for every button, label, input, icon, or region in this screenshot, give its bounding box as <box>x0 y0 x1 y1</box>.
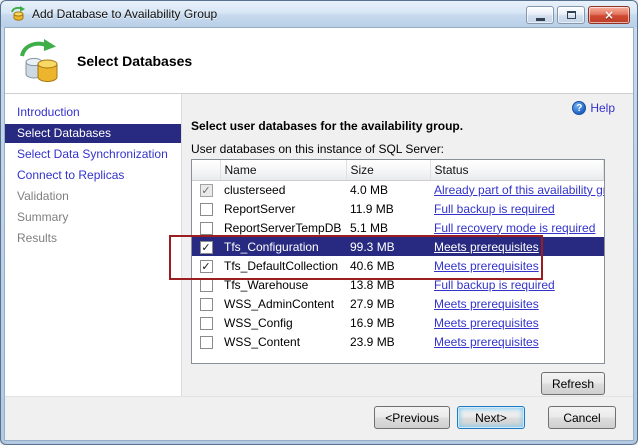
database-checkbox[interactable] <box>199 335 213 349</box>
table-row[interactable]: ✓ Tfs_DefaultCollection 40.6 MB Meets prere… <box>192 256 604 275</box>
minimize-button[interactable] <box>526 6 554 24</box>
sidebar-item-validation: Validation <box>17 189 69 203</box>
close-icon: × <box>603 8 615 22</box>
database-name: ReportServer <box>224 201 296 216</box>
previous-button[interactable]: <Previous <box>374 406 450 429</box>
table-row[interactable]: WSS_AdminContent 27.9 MB Meets prerequisit… <box>192 294 604 313</box>
caption-buttons: × <box>526 6 630 24</box>
sidebar-item-introduction[interactable]: Introduction <box>5 103 181 122</box>
database-name: Tfs_Warehouse <box>224 277 309 292</box>
database-size: 23.9 MB <box>350 334 395 349</box>
window-body: Select Databases Introduction Select Data… <box>4 27 634 441</box>
titlebar: Add Database to Availability Group × <box>1 1 637 27</box>
refresh-button[interactable]: Refresh <box>540 372 605 395</box>
database-checkbox[interactable]: ✓ <box>199 240 213 254</box>
database-name: WSS_AdminContent <box>224 296 335 311</box>
next-button[interactable]: Next> <box>457 406 525 429</box>
add-database-icon <box>18 38 64 84</box>
sidebar-item-results: Results <box>17 231 58 245</box>
database-name: Tfs_Configuration <box>224 239 319 254</box>
page-title: Select Databases <box>77 52 193 69</box>
table-row[interactable]: WSS_Config 16.9 MB Meets prerequisites <box>192 313 604 332</box>
database-size: 40.6 MB <box>350 258 395 273</box>
database-name: WSS_Config <box>224 315 293 330</box>
database-status-link[interactable]: Meets prerequisites <box>434 335 539 349</box>
minimize-icon <box>535 17 545 21</box>
footer-bar: <Previous Next> Cancel <box>5 396 633 440</box>
help-link[interactable]: Help <box>590 101 615 115</box>
maximize-icon <box>566 11 576 19</box>
database-name: clusterseed <box>224 182 286 197</box>
sidebar-item-summary: Summary <box>17 210 69 224</box>
database-status-link[interactable]: Meets prerequisites <box>434 259 539 273</box>
column-header-name[interactable]: Name <box>220 160 347 181</box>
window-database-icon <box>10 6 26 22</box>
database-checkbox[interactable]: ✓ <box>199 259 213 273</box>
wizard-header: Select Databases <box>5 28 633 94</box>
db-table-body: ✓ clusterseed 4.0 MB Already part of this a… <box>192 180 604 351</box>
table-row[interactable]: ReportServerTempDB 5.1 MB Full recovery mo… <box>192 218 604 237</box>
database-checkbox[interactable] <box>199 297 213 311</box>
database-size: 5.1 MB <box>350 220 389 235</box>
database-size: 16.9 MB <box>350 315 395 330</box>
database-checkbox[interactable] <box>199 278 213 292</box>
main-panel: ? Help Select user databases for the ava… <box>181 94 633 396</box>
database-name: ReportServerTempDB <box>224 220 342 235</box>
instruction-heading: Select user databases for the availabili… <box>191 119 464 133</box>
window-title: Add Database to Availability Group <box>32 7 218 21</box>
database-size: 13.8 MB <box>350 277 395 292</box>
database-checkbox[interactable] <box>199 221 213 235</box>
table-header-row: Name Size Status <box>192 160 604 181</box>
database-name: WSS_Content <box>224 334 301 349</box>
table-row[interactable]: ✓ clusterseed 4.0 MB Already part of this a… <box>192 180 604 199</box>
sidebar-item-select-data-synchronization[interactable]: Select Data Synchronization <box>5 145 181 164</box>
database-size: 11.9 MB <box>350 201 394 216</box>
database-checkbox[interactable] <box>199 202 213 216</box>
database-status-link[interactable]: Full backup is required <box>434 202 555 216</box>
database-size: 4.0 MB <box>350 182 389 197</box>
database-table: Name Size Status ✓ clusterseed 4.0 MB Alrea… <box>192 160 604 351</box>
database-status-link[interactable]: Meets prerequisites <box>434 316 539 330</box>
table-row[interactable]: WSS_Content 23.9 MB Meets prerequisites <box>192 332 604 351</box>
table-row[interactable]: ✓ Tfs_Configuration 99.3 MB Meets prerequis… <box>192 237 604 256</box>
column-header-status[interactable]: Status <box>430 160 604 181</box>
database-checkbox[interactable] <box>199 316 213 330</box>
database-size: 27.9 MB <box>350 296 395 311</box>
database-name: Tfs_DefaultCollection <box>224 258 339 273</box>
database-status-link[interactable]: Meets prerequisites <box>434 297 539 311</box>
database-status-link[interactable]: Already part of this availability group <box>434 183 604 197</box>
column-header-size[interactable]: Size <box>346 160 431 181</box>
database-list: Name Size Status ✓ clusterseed 4.0 MB Alrea… <box>191 159 605 364</box>
wizard-window: Add Database to Availability Group × Sel… <box>0 0 638 445</box>
database-size: 99.3 MB <box>350 239 395 254</box>
close-button[interactable]: × <box>588 6 630 24</box>
database-status-link[interactable]: Meets prerequisites <box>434 240 539 254</box>
database-status-link[interactable]: Full recovery mode is required <box>434 221 595 235</box>
help-row: ? Help <box>191 100 633 116</box>
header-checkbox-cell <box>192 160 221 181</box>
sidebar-item-select-databases[interactable]: Select Databases <box>5 124 181 143</box>
database-checkbox: ✓ <box>199 183 213 197</box>
refresh-row: Refresh <box>191 372 605 395</box>
table-caption: User databases on this instance of SQL S… <box>191 142 445 156</box>
database-status-link[interactable]: Full backup is required <box>434 278 555 292</box>
cancel-button[interactable]: Cancel <box>548 406 616 429</box>
table-row[interactable]: Tfs_Warehouse 13.8 MB Full backup is requi… <box>192 275 604 294</box>
table-row[interactable]: ReportServer 11.9 MB Full backup is requir… <box>192 199 604 218</box>
help-icon: ? <box>572 101 587 115</box>
wizard-steps-nav: Introduction Select Databases Select Data … <box>5 94 181 396</box>
content-area: Introduction Select Databases Select Data … <box>5 94 633 396</box>
sidebar-item-connect-to-replicas[interactable]: Connect to Replicas <box>5 166 181 185</box>
maximize-button[interactable] <box>557 6 585 24</box>
